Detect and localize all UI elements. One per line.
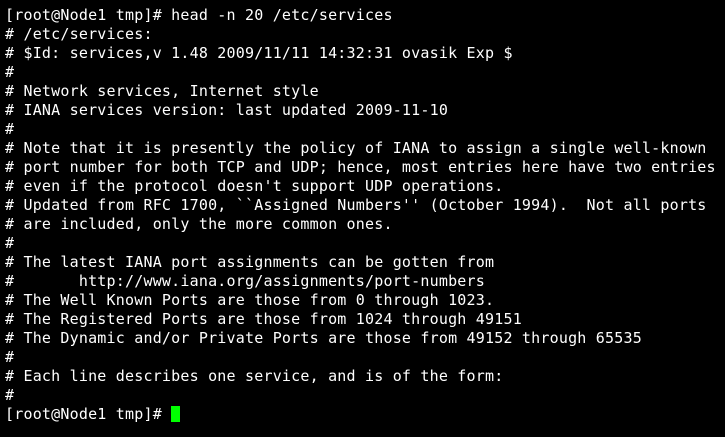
output-line: # [5, 386, 15, 404]
output-line: # [5, 63, 15, 81]
output-line: # IANA services version: last updated 20… [5, 101, 449, 119]
output-line: # $Id: services,v 1.48 2009/11/11 14:32:… [5, 44, 513, 62]
output-line: # The Dynamic and/or Private Ports are t… [5, 329, 642, 347]
output-line: # Updated from RFC 1700, ``Assigned Numb… [5, 196, 707, 214]
output-line: # The latest IANA port assignments can b… [5, 253, 495, 271]
shell-prompt: [root@Node1 tmp]# [5, 405, 172, 423]
output-line: # port number for both TCP and UDP; henc… [5, 158, 716, 176]
output-line: # The Registered Ports are those from 10… [5, 310, 522, 328]
terminal-window[interactable]: [root@Node1 tmp]# head -n 20 /etc/servic… [0, 0, 725, 437]
output-line: # Network services, Internet style [5, 82, 319, 100]
output-line: # even if the protocol doesn't support U… [5, 177, 504, 195]
output-line: # are included, only the more common one… [5, 215, 393, 233]
command-line: [root@Node1 tmp]# head -n 20 /etc/servic… [5, 6, 393, 24]
output-line: # [5, 348, 15, 366]
prompt-line[interactable]: [root@Node1 tmp]# [5, 405, 725, 424]
output-line: # [5, 120, 15, 138]
output-line: # Note that it is presently the policy o… [5, 139, 707, 157]
output-line: # http://www.iana.org/assignments/port-n… [5, 272, 485, 290]
output-line: # [5, 234, 15, 252]
output-line: # The Well Known Ports are those from 0 … [5, 291, 495, 309]
output-line: # /etc/services: [5, 25, 153, 43]
output-line: # Each line describes one service, and i… [5, 367, 504, 385]
text-cursor [171, 406, 181, 422]
